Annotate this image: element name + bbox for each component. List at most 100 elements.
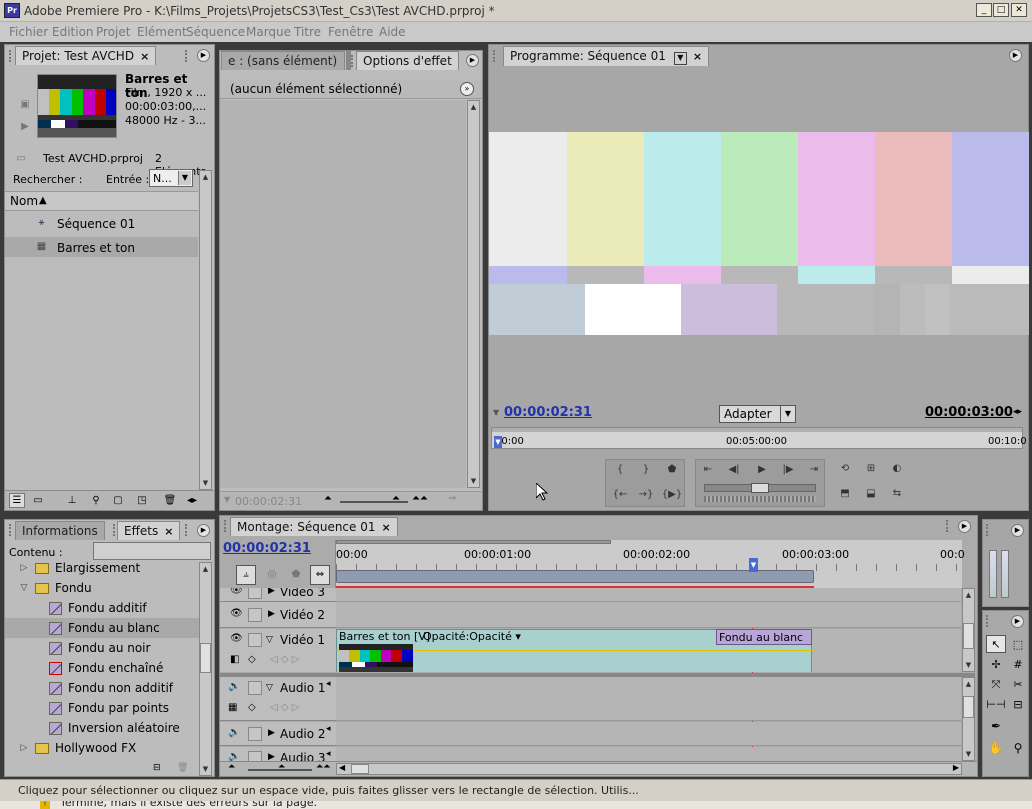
effect-item[interactable]: Inversion aléatoire bbox=[49, 718, 180, 738]
panel-grip[interactable] bbox=[9, 524, 13, 536]
ripple-edit-tool-icon[interactable]: ✢ bbox=[986, 655, 1006, 673]
keyframes-icon[interactable]: ◇ bbox=[248, 655, 256, 665]
find-icon[interactable]: ⚲ bbox=[89, 494, 103, 508]
work-area-bar[interactable] bbox=[336, 570, 814, 583]
fit-zoom-select[interactable]: Adapter ▼ bbox=[719, 405, 796, 423]
track-lane-video3[interactable] bbox=[336, 588, 961, 602]
effects-scrollbar[interactable]: ▲ ▼ bbox=[199, 562, 212, 776]
close-tab-icon[interactable]: × bbox=[164, 525, 173, 538]
go-to-out-point-icon[interactable]: →} bbox=[638, 488, 654, 502]
tab-timeline[interactable]: Montage: Séquence 01 × bbox=[230, 517, 398, 536]
set-marker-icon[interactable]: ⬟ bbox=[664, 463, 680, 477]
tab-effect-options[interactable]: Options d'effet bbox=[356, 51, 459, 70]
sequence-dropdown-icon[interactable]: ▼ bbox=[673, 51, 687, 65]
effect-item[interactable]: Fondu au noir bbox=[49, 638, 150, 658]
go-to-next-edit-icon[interactable]: ⇥ bbox=[806, 463, 822, 477]
scroll-down-icon[interactable]: ▼ bbox=[200, 477, 211, 489]
loop-icon[interactable]: ⟲ bbox=[837, 462, 853, 476]
panel-grip[interactable] bbox=[493, 50, 497, 62]
menu-titre[interactable]: Titre bbox=[294, 25, 321, 39]
dropdown-arrow-icon[interactable]: ▼ bbox=[780, 406, 795, 422]
track-lane-video1[interactable]: Barres et ton [V] Opacité:Opacité ▾ Fond… bbox=[336, 629, 961, 672]
effect-folder-elargissement[interactable]: ▷ Elargissement bbox=[19, 562, 141, 578]
menu-element[interactable]: Elément bbox=[137, 25, 187, 39]
collapse-icon[interactable]: ▽ bbox=[19, 583, 29, 593]
zoom-bar[interactable] bbox=[336, 540, 611, 544]
effect-item[interactable]: Fondu additif bbox=[49, 598, 147, 618]
panel-menu-icon[interactable]: ▶ bbox=[197, 49, 210, 62]
zoom-tool-icon[interactable]: ⚲ bbox=[1009, 739, 1027, 757]
menu-projet[interactable]: Projet bbox=[96, 25, 130, 39]
effect-item[interactable]: Fondu non additif bbox=[49, 678, 173, 698]
new-item-icon[interactable]: ◳ bbox=[135, 494, 149, 508]
tab-program[interactable]: Programme: Séquence 01 ▼ × bbox=[503, 46, 710, 66]
rolling-edit-tool-icon[interactable]: # bbox=[1009, 655, 1027, 673]
panel-grip[interactable] bbox=[986, 615, 990, 627]
shuttle-slider[interactable] bbox=[704, 483, 816, 493]
zoom-in-icon[interactable]: ⏶⏶ bbox=[412, 494, 428, 504]
scroll-down-icon[interactable]: ▼ bbox=[963, 748, 974, 760]
scroll-down-icon[interactable]: ▼ bbox=[200, 763, 211, 775]
playhead-icon[interactable]: ▼ bbox=[749, 558, 758, 572]
menu-fichier[interactable]: Fichier bbox=[9, 25, 48, 39]
effect-folder-hollywood-fx[interactable]: ▷ Hollywood FX bbox=[19, 738, 137, 758]
program-current-timecode[interactable]: 00:00:02:31 bbox=[504, 405, 592, 420]
eye-icon[interactable]: 👁 bbox=[230, 609, 243, 619]
lock-toggle[interactable] bbox=[248, 588, 262, 599]
playhead-icon[interactable]: ▼ bbox=[494, 436, 502, 448]
menu-aide[interactable]: Aide bbox=[379, 25, 406, 39]
set-in-point-icon[interactable]: { bbox=[612, 463, 628, 477]
opacity-dropdown[interactable]: Opacité:Opacité ▾ bbox=[423, 630, 521, 643]
scroll-left-icon[interactable]: ◀ bbox=[339, 764, 345, 772]
effects-search-input[interactable] bbox=[93, 542, 211, 560]
effect-item-selected[interactable]: Fondu au blanc bbox=[49, 618, 160, 638]
zoom-slider-handle[interactable]: ⏶ bbox=[278, 763, 285, 772]
delete-icon[interactable]: 🗑 bbox=[163, 494, 177, 508]
slide-tool-icon[interactable]: ⊟ bbox=[1009, 695, 1027, 713]
expand-track-icon[interactable]: ▶ bbox=[268, 610, 275, 619]
expand-track-icon[interactable]: ▶ bbox=[268, 729, 275, 738]
set-marker-icon[interactable]: ⬟ bbox=[288, 565, 304, 585]
set-encore-marker-icon[interactable]: ◎ bbox=[264, 565, 280, 585]
panel-grip[interactable] bbox=[9, 50, 13, 62]
lock-toggle[interactable] bbox=[248, 633, 262, 647]
lock-toggle[interactable] bbox=[248, 751, 262, 761]
new-bin-icon[interactable]: ▢ bbox=[111, 494, 125, 508]
scroll-down-icon[interactable]: ▼ bbox=[963, 659, 974, 671]
timeline-ruler[interactable]: 00:00 00:00:01:00 00:00:02:00 00:00:03:0… bbox=[335, 540, 965, 588]
project-scrollbar[interactable]: ▲ ▼ bbox=[199, 170, 212, 490]
slip-tool-icon[interactable]: ⊢⊣ bbox=[986, 695, 1006, 713]
speaker-icon[interactable]: 🔈 bbox=[228, 752, 240, 762]
collapse-track-icon[interactable]: ▽ bbox=[266, 636, 273, 645]
shuttle-handle[interactable] bbox=[751, 483, 769, 493]
trim-icon[interactable]: ⇆ bbox=[889, 487, 905, 501]
speaker-icon[interactable]: 🔈 bbox=[228, 682, 240, 692]
zoom-slider-handle[interactable]: ⏶ bbox=[392, 494, 400, 504]
scroll-up-icon[interactable]: ▲ bbox=[200, 563, 211, 575]
column-header[interactable]: Nom ▲ bbox=[5, 191, 198, 211]
scroll-thumb[interactable] bbox=[351, 764, 369, 774]
scroll-down-icon[interactable]: ▼ bbox=[468, 475, 479, 487]
panel-grip[interactable] bbox=[986, 524, 990, 536]
program-video-frame[interactable] bbox=[489, 132, 1029, 335]
close-tab-icon[interactable]: × bbox=[382, 521, 391, 534]
track-lane-video2[interactable] bbox=[336, 602, 961, 628]
panel-grip[interactable] bbox=[185, 50, 189, 62]
lock-toggle[interactable] bbox=[248, 727, 262, 741]
dropdown-arrow-icon[interactable]: ▼ bbox=[178, 171, 191, 185]
maximize-button[interactable]: □ bbox=[993, 3, 1009, 17]
transition-clip[interactable]: Fondu au blanc bbox=[716, 629, 812, 645]
expand-track-icon[interactable]: ▶ bbox=[268, 588, 275, 596]
timeline-h-scrollbar[interactable]: ◀ ▶ bbox=[336, 763, 962, 775]
close-tab-icon[interactable]: × bbox=[693, 50, 702, 63]
eye-icon[interactable]: 👁 bbox=[230, 634, 243, 644]
video-tracks-scrollbar[interactable]: ▲ ▼ bbox=[962, 588, 975, 672]
expand-track-icon[interactable]: ▶ bbox=[268, 753, 275, 762]
menu-fenetre[interactable]: Fenêtre bbox=[328, 25, 373, 39]
loop-icon[interactable]: ⇒ bbox=[448, 494, 456, 504]
hand-tool-icon[interactable]: ✋ bbox=[986, 739, 1006, 757]
scroll-up-icon[interactable]: ▲ bbox=[200, 171, 211, 183]
automate-sequence-icon[interactable]: ⊥ bbox=[65, 494, 79, 508]
scroll-right-icon[interactable]: ▶ bbox=[953, 764, 959, 772]
tab-informations[interactable]: Informations bbox=[15, 521, 105, 540]
